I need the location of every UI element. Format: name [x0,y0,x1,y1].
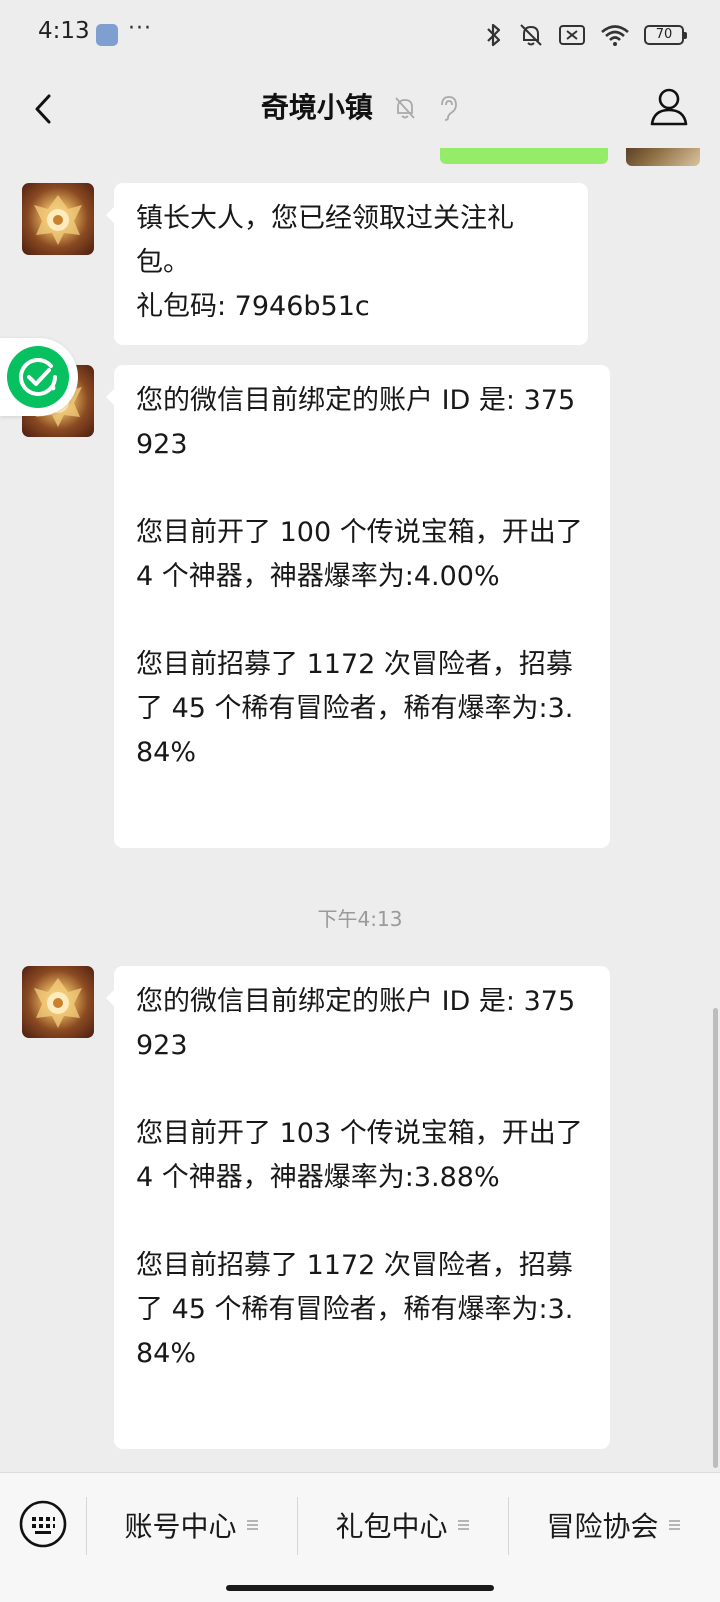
emblem-icon [34,978,82,1028]
status-more-dots: ··· [128,16,152,41]
time-divider: 下午4:13 [317,907,403,931]
bluetooth-icon [487,23,501,47]
chat-message-list[interactable]: 镇长大人，您已经领取过关注礼包。 礼包码: 7946b51c 您的微信目前绑定的… [0,148,720,1472]
sim-off-icon [559,25,585,45]
menu-label: 礼包中心 [335,1510,448,1543]
battery-indicator: 70 [644,25,687,45]
bell-off-icon [395,97,415,119]
avatar[interactable] [22,183,94,255]
chat-header: 奇境小镇 [0,70,720,148]
menu-lines-icon [457,1520,469,1530]
status-time: 4:13 [38,18,90,44]
wifi-icon [601,25,629,46]
status-icons: 70 [484,20,687,50]
message-bubble[interactable]: 您的微信目前绑定的账户 ID 是: 375923 您目前开了 103 个传说宝箱… [106,966,610,1449]
chat-title: 奇境小镇 [260,91,373,124]
sent-message-bubble[interactable] [440,148,608,164]
menu-account-center[interactable]: 账号中心 [86,1493,296,1557]
menu-gift-center[interactable]: 礼包中心 [297,1493,507,1557]
menu-lines-icon [668,1520,680,1530]
avatar[interactable] [22,966,94,1038]
chat-title-group: 奇境小镇 [0,86,720,130]
person-icon[interactable] [644,82,694,132]
check-circle-icon [7,346,69,408]
self-avatar[interactable] [626,148,700,166]
menu-lines-icon [246,1520,258,1530]
service-menu-bar: 账号中心 礼包中心 冒险协会 [0,1472,720,1602]
menu-label: 账号中心 [124,1510,237,1543]
status-bar: 4:13 ··· 70 [0,0,720,70]
scrollbar[interactable] [713,1008,718,1468]
message-bubble[interactable]: 您的微信目前绑定的账户 ID 是: 375923 您目前开了 100 个传说宝箱… [106,365,610,848]
ear-icon [441,96,457,121]
home-indicator[interactable] [226,1585,494,1591]
wrench-icon [96,24,118,46]
keyboard-icon[interactable] [18,1499,68,1549]
mute-bell-status-icon [520,24,542,46]
message-bubble[interactable]: 镇长大人，您已经领取过关注礼包。 礼包码: 7946b51c [106,183,588,345]
emblem-icon [34,195,82,245]
menu-label: 冒险协会 [546,1510,659,1543]
menu-adventure-guild[interactable]: 冒险协会 [508,1493,718,1557]
floating-check-button[interactable] [0,338,78,416]
